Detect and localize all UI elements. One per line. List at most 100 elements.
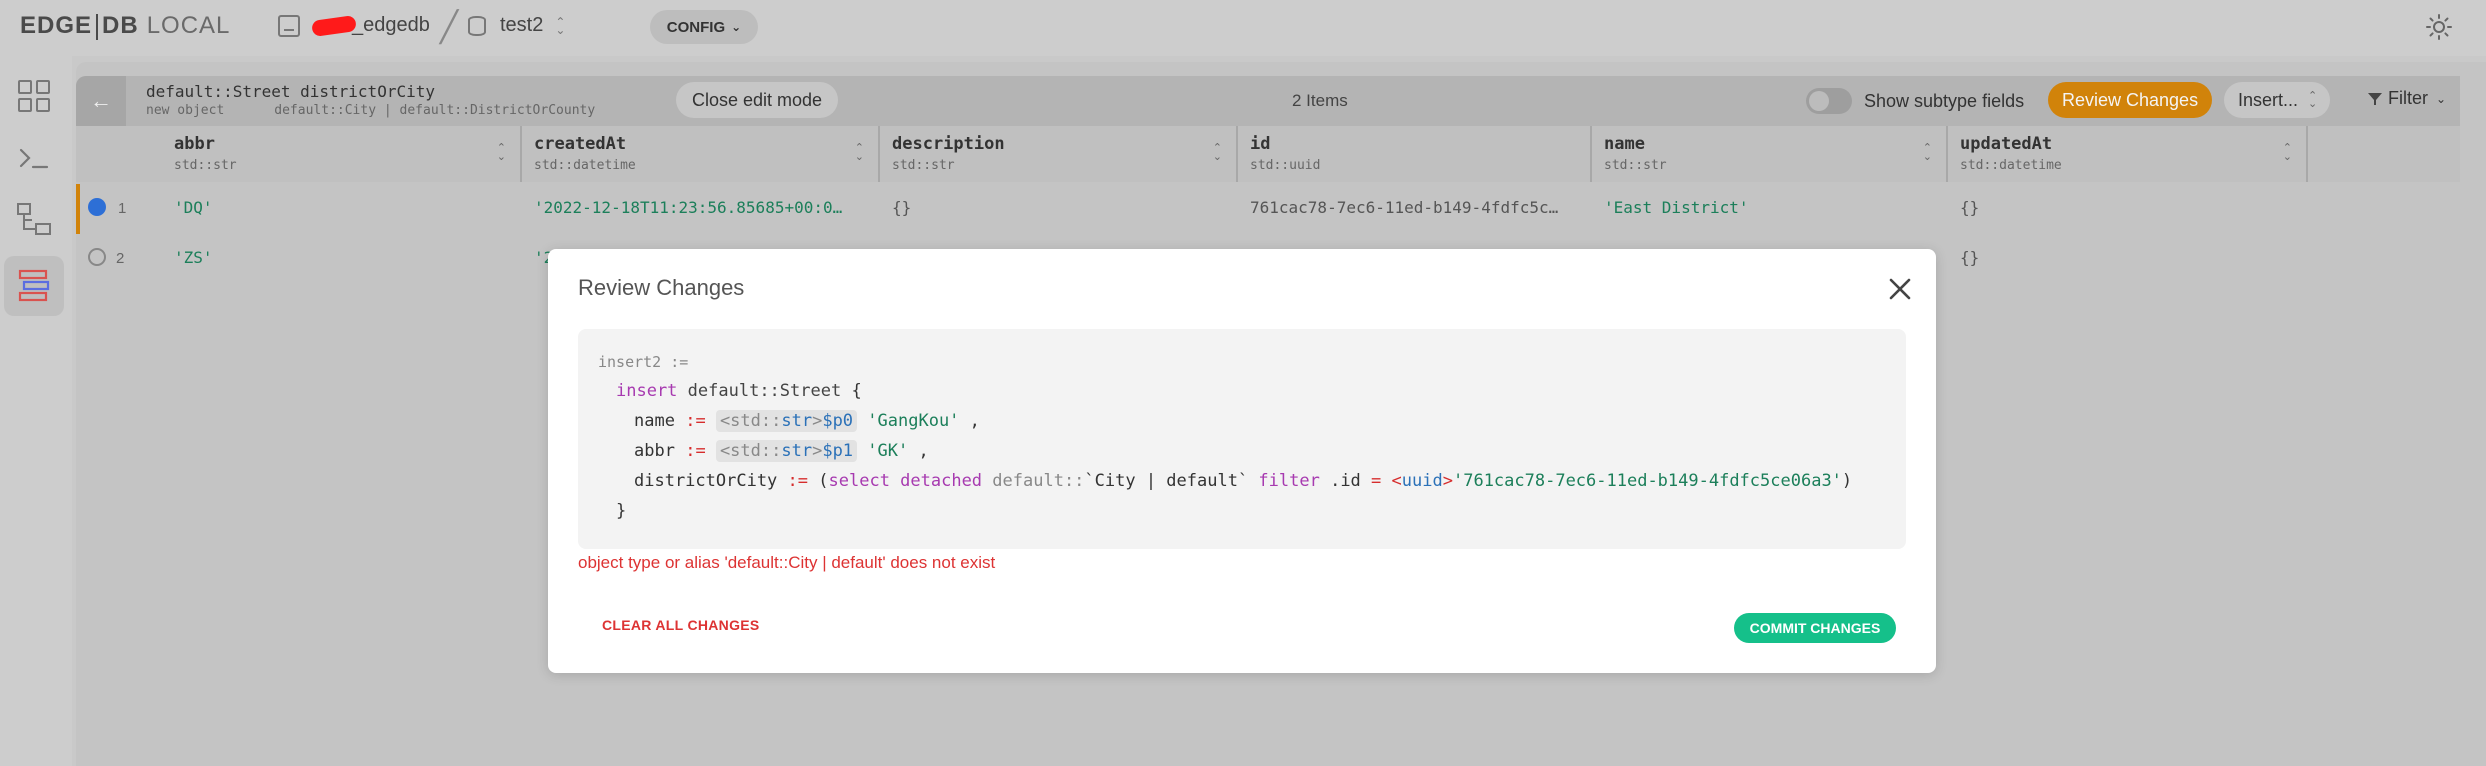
chevron-updown-icon: ⌃ ⌄ [555,14,566,37]
schema-icon [17,203,51,235]
code-line-district: districtOrCity := (select detached defau… [634,471,1853,491]
logo-text-left: EDGE [20,12,93,39]
row-select-icon[interactable] [88,248,106,266]
filter-label: Filter [2388,88,2428,108]
instance-name: _edgedb [352,14,430,36]
arrow-left-icon: ← [90,88,112,113]
code-line-insert: insert default::Street { [616,381,862,401]
code-param: $p1 [822,441,854,461]
logo-suffix: LOCAL [146,12,231,39]
sort-icon[interactable]: ⌃ ⌄ [1923,143,1932,163]
object-path: default::Street districtOrCity [146,82,435,101]
column-header-abbr[interactable]: abbr std::str ⌃ ⌄ [162,126,522,182]
column-type: std::str [174,158,237,173]
code-keyword: insert [616,381,678,401]
review-changes-button[interactable]: Review Changes [2048,82,2213,118]
toggle-switch[interactable] [1806,88,1852,114]
cell-updatedAt[interactable]: {} [1960,198,2300,217]
cell-id[interactable]: 761cac78-7ec6-11ed-b149-4fdfc5c… [1250,198,1590,217]
cell-name[interactable]: 'East District' [1604,198,1944,217]
items-count: 2 Items [1292,91,1348,110]
filter-button[interactable]: Filter ⌄ [2368,88,2446,109]
cell-abbr[interactable]: 'ZS' [174,248,514,267]
modal-title: Review Changes [578,275,745,300]
row-number: 2 [116,250,125,267]
sort-icon[interactable]: ⌃ ⌄ [1213,143,1222,163]
column-header-name[interactable]: name std::str ⌃ ⌄ [1592,126,1948,182]
left-nav [0,56,72,766]
chevron-updown-icon: ⌃ ⌄ [2308,90,2318,110]
top-bar: EDGE DB LOCAL _edgedb ╱ test2 ⌃ ⌄ CONFIG ⌄ [0,0,2486,56]
subtype-label: Show subtype fields [1864,90,2025,111]
cell-abbr[interactable]: 'DQ' [174,198,514,217]
column-name: abbr [174,134,215,154]
column-type: std::datetime [1960,158,2062,173]
logo-separator [96,13,99,40]
linked-object-icon[interactable] [88,198,106,216]
instance-selector[interactable]: _edgedb [278,14,430,37]
column-name: createdAt [534,134,627,154]
column-header-row: abbr std::str ⌃ ⌄ createdAt std::datetime… [76,126,2460,182]
object-types: default::City | default::DistrictOrCount… [274,103,596,118]
column-header-id[interactable]: id std::uuid [1238,126,1592,182]
nav-schema[interactable] [4,190,64,250]
nav-data-editor[interactable] [4,256,64,316]
sort-icon[interactable]: ⌃ ⌄ [497,143,506,163]
back-button[interactable]: ← [76,76,126,126]
close-icon[interactable] [1886,275,1914,303]
code-value: 'GK' [867,441,909,461]
sort-icon[interactable]: ⌃ ⌄ [855,143,864,163]
column-name: name [1604,134,1645,154]
commit-changes-label: COMMIT CHANGES [1749,620,1881,636]
cell-createdAt[interactable]: '2022-12-18T11:23:56.85685+00:0… [534,198,874,217]
review-changes-label: Review Changes [2062,89,2199,110]
object-status: new object [146,103,225,118]
column-header-createdAt[interactable]: createdAt std::datetime ⌃ ⌄ [522,126,880,182]
insert-label: Insert... [2238,89,2299,110]
error-message: object type or alias 'default::City | de… [578,553,996,572]
code-type: default::Street [687,381,842,401]
insert-select[interactable]: Insert... ⌃ ⌄ [2224,82,2330,118]
sort-icon[interactable]: ⌃ ⌄ [2283,143,2292,163]
commit-changes-button[interactable]: COMMIT CHANGES [1734,613,1896,643]
row-number: 1 [118,200,127,217]
subtype-fields-toggle[interactable]: Show subtype fields [1806,88,2024,114]
nav-dashboard[interactable] [4,66,64,126]
code-field: abbr [634,441,675,461]
instance-icon [278,14,300,37]
close-edit-mode-button[interactable]: Close edit mode [676,82,839,118]
query-preview: insert2 := insert default::Street { name… [578,329,1906,549]
column-type: std::datetime [534,158,636,173]
grid-icon [18,80,50,112]
column-header-updatedAt[interactable]: updatedAt std::datetime ⌃ ⌄ [1948,126,2308,182]
cell-description[interactable]: {} [892,198,1232,217]
code-value: 'GangKou' [867,411,960,431]
config-label: CONFIG [666,18,726,36]
database-selector[interactable]: test2 ⌃ ⌄ [468,14,565,37]
column-name: id [1250,134,1271,154]
editor-toolbar: ← default::Street districtOrCity new obj… [76,76,2460,126]
config-button[interactable]: CONFIG ⌄ [650,10,758,44]
clear-all-changes-button[interactable]: CLEAR ALL CHANGES [602,617,760,633]
data-editor-icon [18,269,50,302]
theme-toggle-sun-icon[interactable] [2426,14,2452,40]
edgedb-logo[interactable]: EDGE DB LOCAL [20,12,230,40]
code-line-name: name := <std::str>$p0 'GangKou' , [634,410,980,432]
code-field: districtOrCity [634,471,778,491]
column-name: description [892,134,1005,154]
database-icon [468,15,486,36]
column-type: std::str [1604,158,1667,173]
database-name: test2 [500,14,544,36]
code-line-label: insert2 := [598,353,689,371]
redaction-mark [311,14,357,37]
breadcrumb-separator: ╱ [440,11,459,44]
terminal-icon [19,148,49,169]
cell-updatedAt[interactable]: {} [1960,248,2300,267]
column-type: std::uuid [1250,158,1321,173]
column-header-description[interactable]: description std::str ⌃ ⌄ [880,126,1238,182]
code-line-abbr: abbr := <std::str>$p1 'GK' , [634,440,929,462]
code-value: '761cac78-7ec6-11ed-b149-4fdfc5ce06a3' [1452,471,1842,491]
table-row[interactable]: 1 'DQ' '2022-12-18T11:23:56.85685+00:0… … [76,184,2460,234]
code-param: $p0 [822,411,854,431]
nav-repl[interactable] [4,128,64,188]
